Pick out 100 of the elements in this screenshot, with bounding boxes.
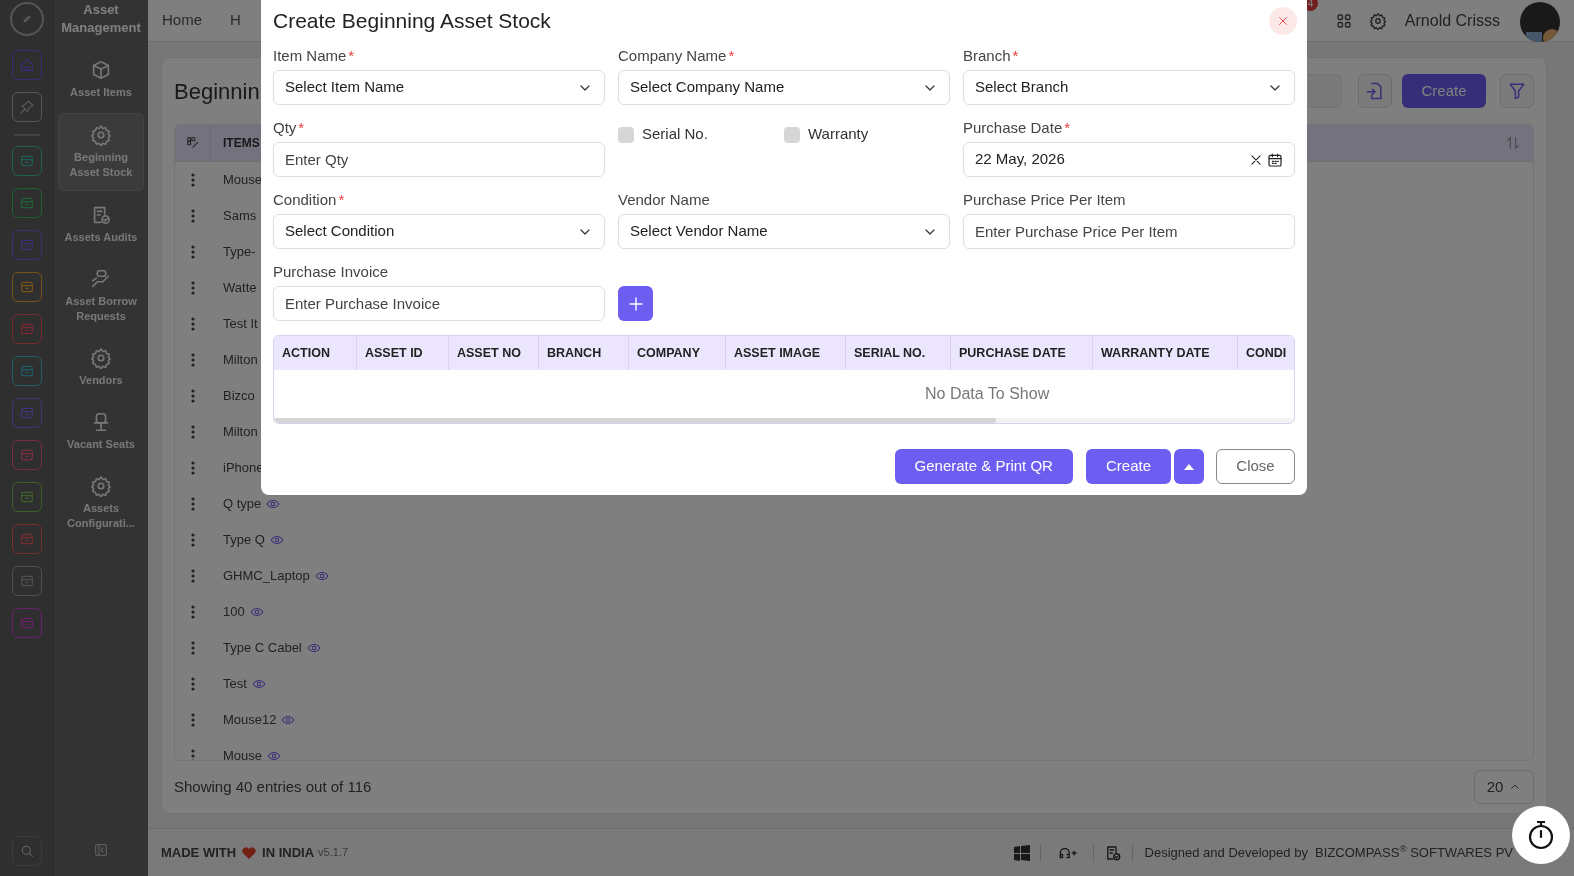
kebab-icon [191, 389, 195, 403]
nav-link[interactable]: H [230, 9, 241, 32]
field-label: Purchase Invoice [273, 261, 389, 282]
kebab-icon [191, 641, 195, 655]
menu-item[interactable]: Assets Configurati... [58, 465, 144, 541]
module-button[interactable] [11, 482, 42, 512]
primary-button[interactable]: Create [1085, 449, 1171, 484]
checkbox-label: Serial No. [642, 124, 708, 145]
eye-icon [281, 713, 296, 727]
create-button[interactable]: Create [1402, 74, 1486, 108]
view-button[interactable] [266, 497, 281, 511]
input-field[interactable]: Enter Qty [273, 142, 605, 177]
module-button[interactable] [11, 92, 42, 122]
user-name[interactable]: Arnold Crisss [1404, 8, 1500, 33]
select-field[interactable]: Select Condition [273, 214, 605, 249]
column-header: SERIAL NO. [846, 336, 951, 370]
kebab-icon [191, 425, 195, 439]
module-icon [18, 279, 35, 295]
page-size-select[interactable]: 20 [1474, 770, 1534, 804]
checkbox-label: Warranty [808, 124, 869, 145]
close-button[interactable] [1269, 7, 1297, 35]
search-field[interactable] [1308, 74, 1342, 108]
input-field[interactable]: Enter Purchase Price Per Item [963, 214, 1295, 249]
module-button[interactable] [11, 440, 42, 470]
menu-item[interactable]: Asset Items [58, 49, 144, 110]
input-field[interactable]: Enter Purchase Invoice [273, 286, 605, 321]
menu-item[interactable]: Vendors [58, 337, 144, 398]
module-icon [18, 153, 35, 169]
settings-button[interactable] [1368, 11, 1387, 30]
module-button[interactable] [11, 146, 42, 176]
module-button[interactable] [11, 272, 42, 302]
select-field[interactable]: Select Item Name [273, 70, 605, 105]
avatar[interactable] [1520, 1, 1560, 42]
apps-button[interactable] [1334, 11, 1353, 30]
select-field[interactable]: Select Vendor Name [618, 214, 950, 249]
checkbox[interactable] [618, 126, 634, 143]
menu-item[interactable]: Asset Borrow Requests [58, 258, 144, 334]
item-name: Mouse12 [223, 711, 277, 730]
view-button[interactable] [281, 713, 296, 727]
eye-icon [269, 533, 284, 547]
item-name: Test It [223, 315, 258, 334]
close-button[interactable]: Close [1216, 449, 1295, 484]
column-header: ACTION [274, 336, 357, 370]
column-header: CONDI [1238, 336, 1294, 370]
view-button[interactable] [269, 533, 284, 547]
primary-button[interactable]: Generate & Print QR [894, 449, 1073, 484]
column-header: ASSET NO [449, 336, 539, 370]
view-button[interactable] [249, 605, 264, 619]
item-name: Type- [223, 243, 256, 262]
item-name: Q type [223, 495, 262, 514]
module-icon [18, 363, 35, 379]
view-button[interactable] [251, 677, 266, 691]
select-field[interactable]: Select Company Name [618, 70, 950, 105]
module-button[interactable] [11, 356, 42, 386]
horizontal-scrollbar[interactable] [274, 418, 1294, 423]
item-name: Type Q [223, 531, 265, 550]
search-button[interactable] [11, 836, 42, 866]
page-title: Beginnin [174, 77, 260, 106]
field-label: Branch [963, 45, 1011, 66]
module-button[interactable] [11, 188, 42, 218]
eye-icon [251, 677, 266, 691]
module-button[interactable] [11, 524, 42, 554]
menu-item[interactable]: Assets Audits [58, 194, 144, 255]
heart-icon [242, 846, 257, 859]
collapse-button[interactable] [93, 842, 109, 858]
module-button[interactable] [11, 566, 42, 596]
field-label: Company Name [618, 45, 727, 66]
view-button[interactable] [267, 749, 282, 760]
field-label: Purchase Price Per Item [963, 189, 1126, 210]
date-field[interactable]: 22 May, 2026 [963, 142, 1295, 177]
select-field[interactable]: Select Branch [963, 70, 1295, 105]
column-header: WARRANTY DATE [1093, 336, 1238, 370]
column-header: COMPANY [629, 336, 726, 370]
module-icon [18, 489, 35, 505]
checkbox[interactable] [784, 126, 800, 143]
box-icon [90, 59, 112, 81]
item-name: Mouse [223, 171, 263, 190]
module-icon [18, 195, 35, 211]
hand-icon [90, 268, 112, 290]
view-button[interactable] [306, 641, 321, 655]
kebab-icon [191, 461, 195, 475]
nav-link[interactable]: Home [162, 9, 202, 32]
view-button[interactable] [314, 569, 329, 583]
sort-button[interactable] [1505, 135, 1521, 151]
item-name: 100 [223, 603, 245, 622]
module-icon [18, 447, 35, 463]
menu-item[interactable]: Vacant Seats [58, 401, 144, 462]
field-label: Condition [273, 189, 337, 210]
module-icon [18, 237, 35, 253]
field-label: Vendor Name [618, 189, 710, 210]
dropdown-button[interactable] [1174, 449, 1204, 484]
kebab-icon [191, 245, 195, 259]
add-button[interactable] [618, 286, 653, 321]
grid-icon [185, 136, 200, 150]
filter-button[interactable] [1500, 74, 1534, 108]
required-mark: * [338, 189, 345, 210]
kebab-icon [191, 317, 195, 331]
import-button[interactable] [1358, 74, 1392, 108]
footer-text: IN INDIA [262, 843, 315, 862]
column-header: ASSET IMAGE [726, 336, 846, 370]
